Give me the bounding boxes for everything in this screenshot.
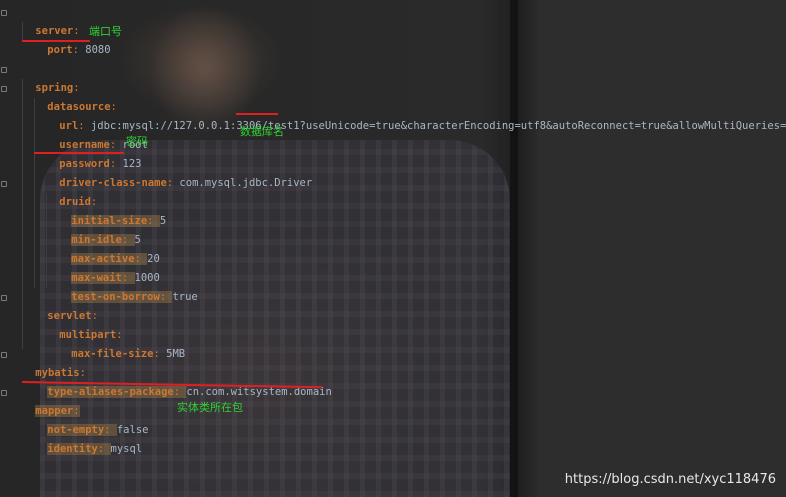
yaml-value: 5 bbox=[159, 215, 167, 227]
code-line: druid: bbox=[59, 196, 98, 208]
code-line: not-empty: false bbox=[47, 424, 149, 436]
code-line: mapper: bbox=[35, 405, 80, 417]
code-line: driver-class-name: com.mysql.jdbc.Driver bbox=[59, 177, 313, 189]
editor-gutter bbox=[0, 0, 9, 497]
code-line: url: jdbc:mysql://127.0.0.1:3306/test1?u… bbox=[34, 98, 786, 132]
fold-icon[interactable] bbox=[1, 390, 7, 396]
code-line: type-aliases-package: cn.com.witsystem.d… bbox=[47, 386, 332, 398]
background-doorframe bbox=[510, 0, 518, 497]
yaml-value: true bbox=[172, 291, 198, 303]
port-underline bbox=[22, 40, 90, 42]
password-annotation: 密码 bbox=[126, 135, 148, 148]
code-line: test-on-borrow: true bbox=[71, 291, 198, 303]
yaml-key: port bbox=[47, 44, 73, 56]
fold-icon[interactable] bbox=[1, 86, 7, 92]
fold-icon[interactable] bbox=[1, 10, 7, 16]
yaml-value: useUnicode=true&characterEncoding=utf8&a… bbox=[305, 120, 786, 132]
fold-icon[interactable] bbox=[1, 67, 7, 73]
database-underline bbox=[236, 113, 278, 115]
package-annotation: 实体类所在包 bbox=[177, 401, 243, 414]
yaml-value: 5MB bbox=[166, 348, 186, 360]
yaml-value: 8080 bbox=[85, 44, 111, 56]
code-line: identity: mysql bbox=[47, 443, 143, 455]
code-line: username: root bbox=[59, 139, 148, 151]
watermark: https://blog.csdn.net/xyc118476 bbox=[564, 472, 776, 487]
yaml-value: mysql bbox=[110, 443, 143, 455]
password-underline bbox=[34, 152, 124, 154]
code-line: servlet: bbox=[47, 310, 98, 322]
code-line: server: bbox=[35, 25, 80, 37]
code-line: min-idle: 5 bbox=[71, 234, 141, 246]
code-line: spring: bbox=[35, 82, 80, 94]
code-line: max-active: 20 bbox=[71, 253, 160, 265]
yaml-editor[interactable]: server: port: 8080 spring: datasource: u… bbox=[0, 0, 786, 497]
code-line: mybatis: bbox=[35, 367, 86, 379]
yaml-value: com.mysql.jdbc.Driver bbox=[179, 177, 313, 189]
fold-icon[interactable] bbox=[1, 181, 7, 187]
database-annotation: 数据库名 bbox=[240, 125, 284, 138]
port-annotation: 端口号 bbox=[89, 25, 122, 38]
code-line: initial-size: 5 bbox=[71, 215, 167, 227]
code-line: multipart: bbox=[59, 329, 123, 341]
code-line: max-file-size: 5MB bbox=[71, 348, 186, 360]
code-line: max-wait: 1000 bbox=[71, 272, 160, 284]
fold-icon[interactable] bbox=[1, 295, 7, 301]
fold-icon[interactable] bbox=[1, 352, 7, 358]
yaml-key: identity bbox=[47, 443, 98, 455]
code-line: datasource: bbox=[47, 101, 117, 113]
